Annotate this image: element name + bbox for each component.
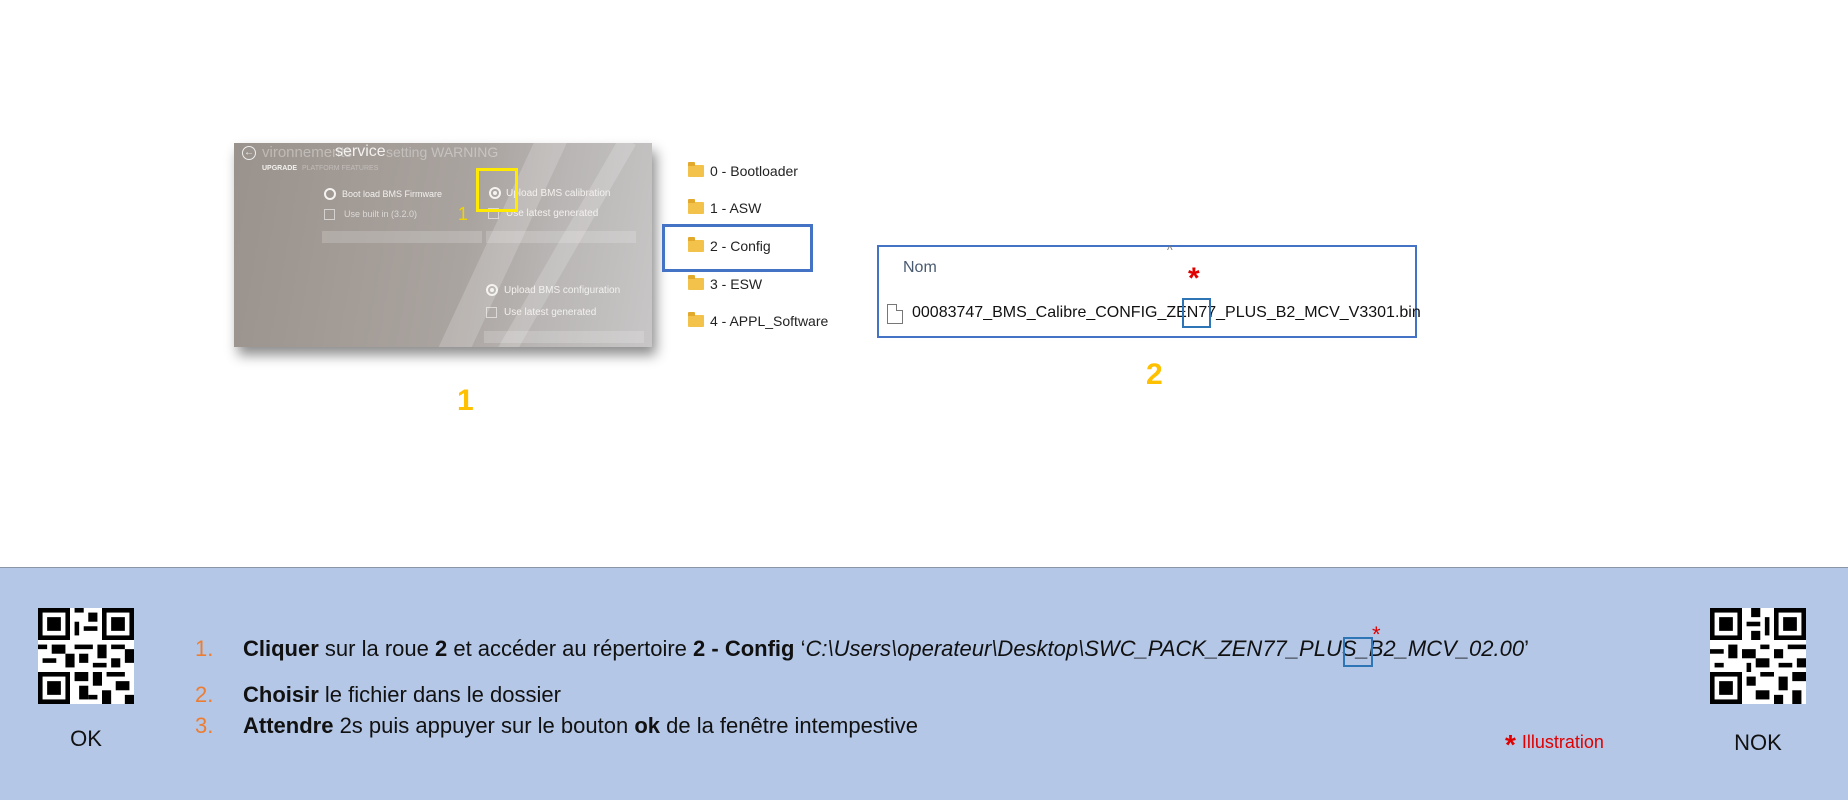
sort-caret-icon[interactable]: ^ <box>1167 243 1173 257</box>
folder-asw[interactable]: 1 - ASW <box>688 198 761 218</box>
step-text: le fichier dans le dossier <box>318 682 561 707</box>
qr-code-nok-icon[interactable] <box>1710 608 1806 704</box>
calibration-label: Upload BMS calibration <box>506 188 611 199</box>
step-text: 2s puis appuyer sur le bouton <box>333 713 635 738</box>
step-text: de la fenêtre intempestive <box>660 713 919 738</box>
folder-icon <box>688 162 704 177</box>
step-number: 2. <box>195 682 214 707</box>
illustration-label: Illustration <box>1521 732 1604 752</box>
step-emphasis: ok <box>634 713 660 738</box>
asterisk-marker: * <box>1188 262 1200 295</box>
back-arrow-icon[interactable]: ← <box>242 146 256 160</box>
latest2-checkbox[interactable] <box>486 307 497 318</box>
folder-label: 1 - ASW <box>710 200 762 216</box>
step-text: sur la roue <box>318 636 435 661</box>
asterisk-marker: * <box>1372 622 1381 647</box>
path-zen77-highlight-box <box>1343 637 1373 667</box>
step-text: ‘ <box>794 636 806 661</box>
configuration-label: Upload BMS configuration <box>504 285 621 296</box>
step-2: 2. Choisir le fichier dans le dossier <box>195 682 561 708</box>
builtin-label: Use built in (3.2.0) <box>344 209 418 219</box>
step-verb: Attendre <box>243 713 334 738</box>
calibration-highlight-box <box>476 168 518 212</box>
step-text: et accéder au répertoire <box>447 636 694 661</box>
qr-code-ok-icon[interactable] <box>38 608 134 704</box>
folder-bootloader[interactable]: 0 - Bootloader <box>688 161 798 181</box>
step-number: 3. <box>195 713 214 738</box>
folder-icon <box>688 275 704 290</box>
file-name[interactable]: 00083747_BMS_Calibre_CONFIG_ZEN77_PLUS_B… <box>912 304 1421 322</box>
photo-marker-number: 1 <box>458 204 469 224</box>
builtin-field[interactable] <box>322 231 482 243</box>
device-screen-photo: ← vironnements service setting WARNING U… <box>234 143 652 347</box>
header-dim-right: setting WARNING <box>386 144 499 160</box>
step-number: 1. <box>195 636 214 661</box>
builtin-checkbox[interactable] <box>324 209 335 220</box>
zen77-highlight-box <box>1182 298 1211 328</box>
folder-label: 3 - ESW <box>710 276 763 292</box>
file-icon <box>887 304 903 324</box>
step-verb: Choisir <box>243 682 319 707</box>
illustration-note: * Illustration <box>1505 729 1604 761</box>
config-folder-highlight <box>662 224 813 272</box>
tab-upgrade[interactable]: UPGRADE <box>262 165 297 172</box>
asterisk-marker: * <box>1505 729 1516 760</box>
file-explorer-panel: ^ Nom 00083747_BMS_Calibre_CONFIG_ZEN77_… <box>877 243 1421 338</box>
step-3: 3. Attendre 2s puis appuyer sur le bouton… <box>195 713 918 739</box>
step-1: 1. Cliquer sur la roue 2 et accéder au ré… <box>195 636 1529 662</box>
calibration-field[interactable] <box>486 231 636 243</box>
configuration-radio[interactable] <box>486 284 498 296</box>
latest1-label: Use latest generated <box>506 208 599 219</box>
folder-appl-software[interactable]: 4 - APPL_Software <box>688 311 828 331</box>
step-emphasis: 2 - Config <box>693 636 795 661</box>
label-two: 2 <box>1146 358 1163 391</box>
tab-platform-features[interactable]: PLATFORM FEATURES <box>302 165 378 172</box>
qr-ok-label: OK <box>70 726 102 751</box>
folder-label: 0 - Bootloader <box>710 163 798 179</box>
header-title: service <box>335 143 386 160</box>
latest2-label: Use latest generated <box>504 307 597 318</box>
step-emphasis: 2 <box>434 636 448 661</box>
folder-label: 4 - APPL_Software <box>710 313 829 329</box>
bootload-label: Boot load BMS Firmware <box>342 189 443 199</box>
step-text: ’ <box>1524 636 1529 661</box>
folder-path: C:\Users\operateur\Desktop\SWC_PACK_ZEN7… <box>805 636 1525 661</box>
folder-icon <box>688 199 704 214</box>
label-one: 1 <box>457 384 474 417</box>
qr-nok-label: NOK <box>1734 730 1782 755</box>
configuration-field[interactable] <box>484 331 644 343</box>
column-header-name[interactable]: Nom <box>903 259 937 277</box>
folder-esw[interactable]: 3 - ESW <box>688 274 762 294</box>
step-verb: Cliquer <box>243 636 319 661</box>
bootload-radio[interactable] <box>324 188 336 200</box>
folder-icon <box>688 312 704 327</box>
